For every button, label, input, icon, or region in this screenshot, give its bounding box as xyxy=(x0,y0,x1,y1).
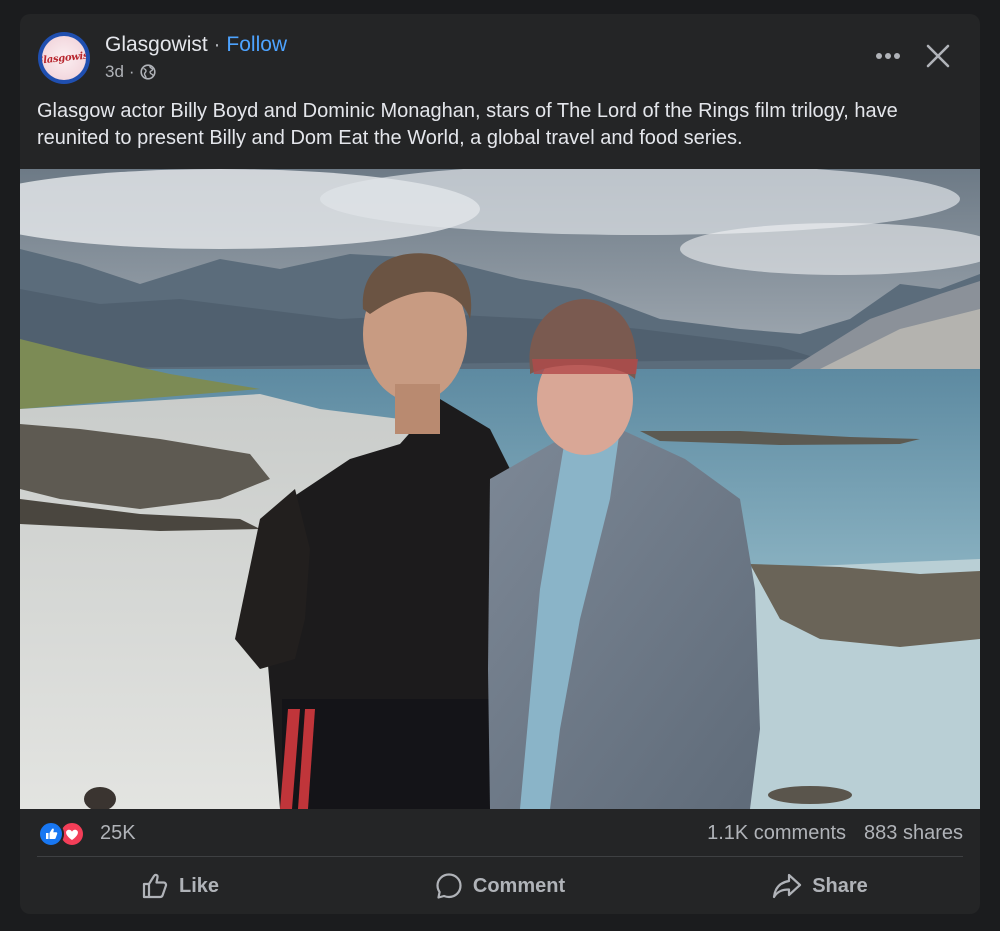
action-bar: Like Comment Share xyxy=(20,862,980,910)
close-icon[interactable] xyxy=(918,36,958,76)
author-line: Glasgowist · Follow xyxy=(105,32,287,58)
separator: · xyxy=(128,62,135,81)
like-button[interactable]: Like xyxy=(20,862,340,910)
post-photo[interactable] xyxy=(20,169,980,809)
more-options-icon[interactable] xyxy=(868,40,908,72)
avatar-logo-text: Glasgowist xyxy=(42,49,86,67)
avatar-logo: Glasgowist xyxy=(42,36,86,80)
follow-button[interactable]: Follow xyxy=(226,33,287,56)
comment-icon xyxy=(435,872,463,900)
author-name[interactable]: Glasgowist xyxy=(105,33,208,56)
like-label: Like xyxy=(178,874,220,897)
comment-button[interactable]: Comment xyxy=(340,862,660,910)
engagement-counts: 1.1K comments 883 shares xyxy=(707,821,963,845)
post-header: Glasgowist Glasgowist · Follow 3d · xyxy=(20,14,980,104)
thumbs-up-icon xyxy=(141,872,169,900)
share-label: Share xyxy=(812,874,868,897)
reaction-icons[interactable] xyxy=(38,821,94,847)
post-meta: 3d · xyxy=(105,62,156,82)
reaction-count[interactable]: 25K xyxy=(100,821,136,845)
post-caption: Glasgow actor Billy Boyd and Dominic Mon… xyxy=(37,100,898,149)
share-button[interactable]: Share xyxy=(660,862,980,910)
separator: · xyxy=(213,33,221,56)
comments-count[interactable]: 1.1K comments xyxy=(707,821,846,845)
globe-icon[interactable] xyxy=(139,64,156,80)
share-icon xyxy=(772,872,802,900)
reactions-bar: 25K 1.1K comments 883 shares xyxy=(20,809,980,857)
comment-label: Comment xyxy=(472,874,566,897)
shares-count[interactable]: 883 shares xyxy=(864,821,963,845)
avatar[interactable]: Glasgowist xyxy=(38,32,90,84)
divider xyxy=(37,856,963,857)
post-timestamp[interactable]: 3d xyxy=(105,62,124,82)
post-card: Glasgowist Glasgowist · Follow 3d · Glas… xyxy=(20,14,980,914)
